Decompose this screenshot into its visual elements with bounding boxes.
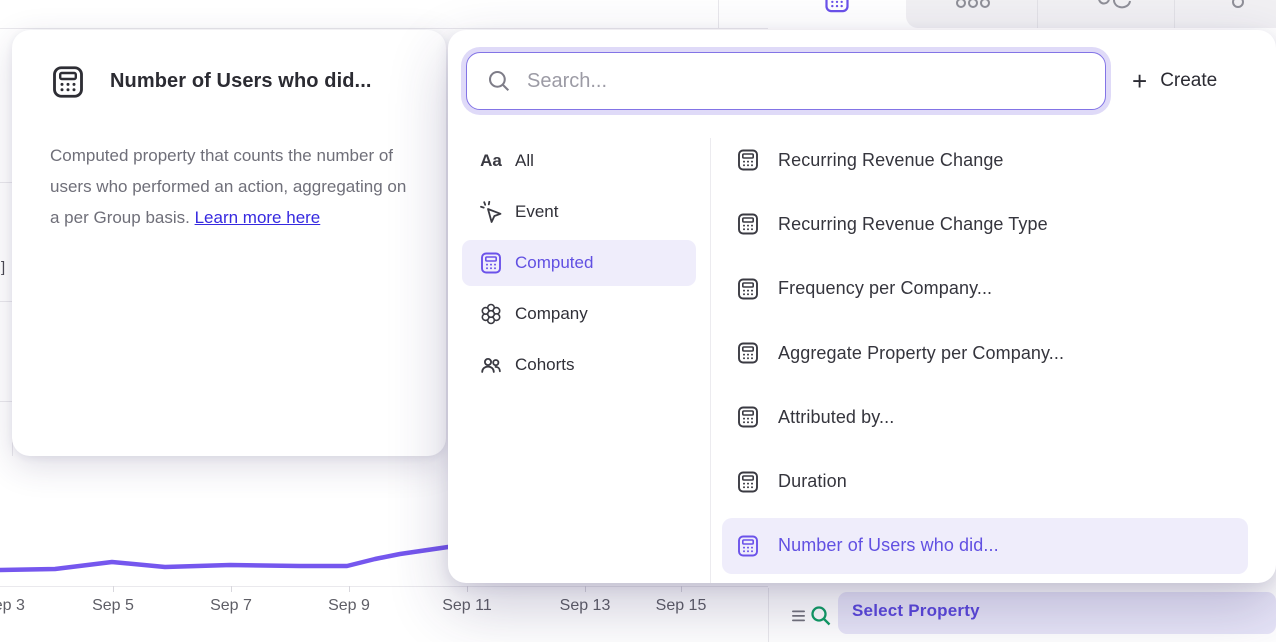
create-button[interactable]: + Create (1132, 62, 1217, 100)
category-all[interactable]: Aa All (462, 138, 696, 184)
tooltip-description: Computed property that counts the number… (50, 140, 418, 233)
category-company[interactable]: Company (462, 291, 696, 337)
tab-history-icon[interactable] (1097, 0, 1133, 11)
tab-computed-properties[interactable] (768, 0, 906, 28)
panel-divider (710, 138, 711, 583)
x-axis: Sep 3 Sep 5 Sep 7 Sep 9 Sep 11 Sep 13 Sep 15 (0, 586, 768, 626)
property-tooltip: Number of Users who did... Computed prop… (12, 30, 446, 456)
category-cohorts[interactable]: Cohorts (462, 342, 696, 388)
search-field[interactable] (466, 52, 1106, 110)
property-picker-panel: + Create Aa All Event (448, 30, 1276, 583)
calculator-icon (736, 212, 760, 236)
plus-icon: + (1132, 68, 1147, 94)
x-axis-label: Sep 3 (0, 597, 25, 615)
x-axis-label: Sep 7 (210, 597, 252, 615)
category-computed[interactable]: Computed (462, 240, 696, 286)
create-button-label: Create (1160, 70, 1217, 92)
calculator-icon (736, 470, 760, 494)
list-item-recurring-revenue-change[interactable]: Recurring Revenue Change (722, 128, 1248, 192)
learn-more-link[interactable]: Learn more here (195, 208, 321, 227)
search-input[interactable] (525, 69, 1093, 94)
x-axis-label: Sep 13 (560, 597, 611, 615)
calculator-icon (50, 64, 86, 105)
clipped-label-text: ] (1, 259, 5, 276)
people-icon (478, 353, 504, 377)
search-icon-green (809, 604, 833, 628)
x-axis-label: Sep 15 (656, 597, 707, 615)
category-event[interactable]: Event (462, 189, 696, 235)
top-navbar (0, 0, 768, 29)
tab-divider (1037, 0, 1038, 28)
x-axis-tick (113, 586, 114, 592)
drag-handle-icon[interactable] (792, 609, 806, 623)
x-axis-tick (231, 586, 232, 592)
flower-icon (478, 302, 504, 326)
x-axis-label: Sep 9 (328, 597, 370, 615)
calculator-icon (736, 534, 760, 558)
category-list: Aa All Event (462, 138, 696, 393)
calculator-icon (736, 148, 760, 172)
cursor-sparkle-icon (478, 201, 504, 224)
x-axis-tick (681, 586, 682, 592)
inactive-tab-group (906, 0, 1276, 28)
list-item-duration[interactable]: Duration (722, 449, 1248, 513)
tab-divider (1174, 0, 1175, 28)
x-axis-tick (585, 586, 586, 592)
x-axis-tick (467, 586, 468, 592)
app-screen: ] Sep 3 Sep 5 Sep 7 Sep 9 Sep 11 Sep 13 Sep 15… (0, 0, 1276, 642)
calculator-icon (736, 405, 760, 429)
calculator-icon (823, 0, 851, 13)
select-property-label: Select Property (852, 601, 980, 621)
calculator-icon (736, 341, 760, 365)
tab-company-flower-icon[interactable] (955, 0, 991, 11)
x-axis-tick (349, 586, 350, 592)
property-results-list: Recurring Revenue Change Recurring Reven… (722, 128, 1248, 578)
list-item-attributed-by[interactable]: Attributed by... (722, 385, 1248, 449)
tooltip-title: Number of Users who did... (110, 70, 372, 93)
x-axis-label: Sep 5 (92, 597, 134, 615)
trend-line (0, 440, 452, 590)
text-style-icon: Aa (478, 151, 504, 171)
calculator-icon (736, 277, 760, 301)
magnifier-icon (486, 68, 512, 94)
list-item-recurring-revenue-change-type[interactable]: Recurring Revenue Change Type (722, 192, 1248, 256)
select-property-field[interactable]: Select Property (838, 592, 1276, 634)
list-item-frequency-per-company[interactable]: Frequency per Company... (722, 257, 1248, 321)
tab-person-icon[interactable] (1229, 0, 1249, 11)
x-axis-label: Sep 11 (442, 597, 492, 615)
calculator-icon (478, 251, 504, 275)
list-item-number-of-users-who-did[interactable]: Number of Users who did... (722, 514, 1248, 578)
navbar-cell (718, 0, 768, 28)
list-item-aggregate-property-per-company[interactable]: Aggregate Property per Company... (722, 321, 1248, 385)
